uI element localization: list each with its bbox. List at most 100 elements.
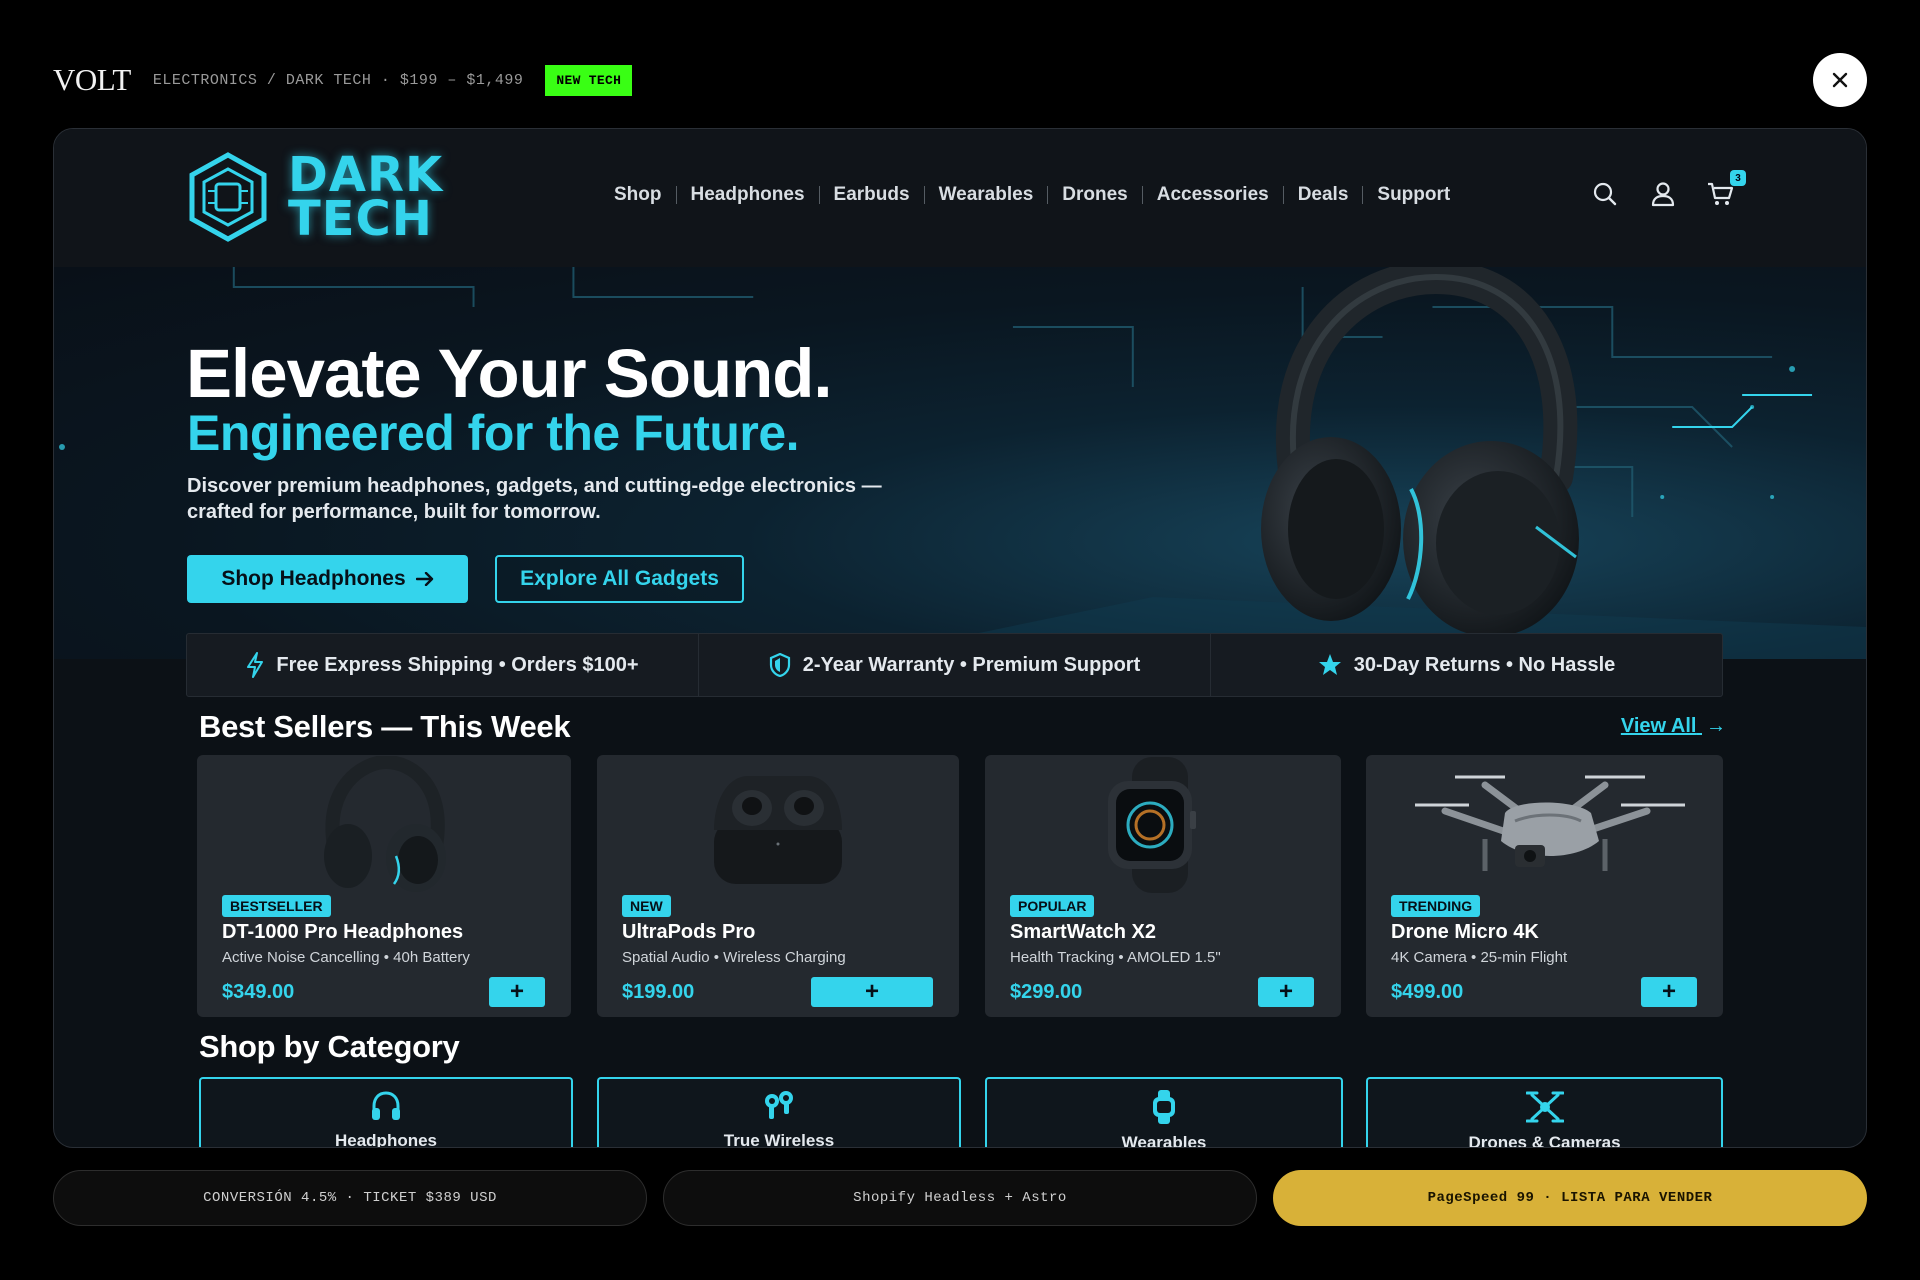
- cart-button[interactable]: 3: [1706, 170, 1746, 209]
- category-label: True Wireless: [723, 1131, 835, 1148]
- header-actions: 3: [1590, 170, 1746, 209]
- best-sellers-grid: BESTSELLER DT-1000 Pro Headphones Active…: [197, 755, 1723, 1017]
- earbuds-product-icon: [714, 776, 842, 884]
- user-icon: [1651, 182, 1675, 207]
- benefit-warranty-text: 2-Year Warranty • Premium Support: [802, 653, 1141, 676]
- watch-icon: [1153, 1090, 1175, 1124]
- cart-count-badge: 3: [1730, 170, 1746, 186]
- nav-shop[interactable]: Shop: [614, 184, 662, 206]
- breadcrumb: ELECTRONICS / DARK TECH · $199 – $1,499: [152, 71, 524, 89]
- search-button[interactable]: [1590, 179, 1620, 209]
- product-badge: NEW: [622, 895, 671, 917]
- nav-headphones[interactable]: Headphones: [691, 184, 805, 206]
- product-badge: BESTSELLER: [222, 895, 331, 917]
- smartwatch-product-icon: [1108, 757, 1196, 893]
- hero-banner: Elevate Your Sound. Engineered for the F…: [54, 267, 1866, 659]
- explore-gadgets-button[interactable]: Explore All Gadgets: [495, 555, 744, 603]
- nav-support[interactable]: Support: [1377, 184, 1450, 206]
- category-true-wireless[interactable]: True Wireless: [597, 1077, 961, 1148]
- nav-divider: [1362, 186, 1364, 204]
- benefit-warranty: 2-Year Warranty • Premium Support: [699, 634, 1211, 696]
- product-badge: TRENDING: [1391, 895, 1481, 917]
- logo-line-2: TECH: [288, 191, 433, 247]
- hexagon-logo-icon: [189, 152, 267, 242]
- tech-stack-text: Shopify Headless + Astro: [853, 1190, 1067, 1206]
- category-label: Drones & Cameras: [1468, 1133, 1621, 1148]
- site-logo[interactable]: DARK TECH: [186, 151, 443, 243]
- benefit-shipping-text: Free Express Shipping • Orders $100+: [276, 653, 639, 676]
- product-name[interactable]: DT-1000 Pro Headphones: [222, 921, 463, 944]
- earbuds-icon: [765, 1091, 793, 1119]
- site-header: DARK TECH Shop Headphones Earbuds Wearab…: [54, 129, 1866, 267]
- product-card[interactable]: BESTSELLER DT-1000 Pro Headphones Active…: [197, 755, 571, 1017]
- nav-deals[interactable]: Deals: [1298, 184, 1349, 206]
- category-label: Headphones: [334, 1131, 438, 1148]
- close-icon: [1832, 72, 1848, 88]
- tech-stack-pill: Shopify Headless + Astro: [663, 1170, 1257, 1226]
- add-to-cart-button[interactable]: +: [489, 977, 545, 1007]
- conversion-stats-pill: CONVERSIÓN 4.5% · TICKET $389 USD: [53, 1170, 647, 1226]
- explore-gadgets-label: Explore All Gadgets: [520, 567, 719, 590]
- view-all-link[interactable]: View All →: [1621, 715, 1726, 738]
- add-to-cart-button[interactable]: +: [1641, 977, 1697, 1007]
- add-to-cart-button[interactable]: +: [1258, 977, 1314, 1007]
- product-card[interactable]: TRENDING Drone Micro 4K 4K Camera • 25-m…: [1366, 755, 1723, 1017]
- product-price: $349.00: [222, 981, 295, 1003]
- shop-headphones-button[interactable]: Shop Headphones: [187, 555, 468, 603]
- arrow-right-icon: [415, 572, 433, 586]
- product-price: $199.00: [622, 981, 695, 1003]
- nav-divider: [675, 186, 677, 204]
- nav-divider: [1047, 186, 1049, 204]
- shop-by-category-title: Shop by Category: [199, 1029, 460, 1064]
- view-all-label: View All: [1620, 715, 1697, 737]
- product-name[interactable]: UltraPods Pro: [622, 921, 755, 944]
- nav-divider: [818, 186, 820, 204]
- product-description: Spatial Audio • Wireless Charging: [622, 949, 846, 966]
- close-button[interactable]: [1813, 53, 1867, 107]
- category-wearables[interactable]: Wearables: [985, 1077, 1343, 1148]
- pagespeed-text: PageSpeed 99 · LISTA PARA VENDER: [1427, 1190, 1713, 1206]
- product-card[interactable]: NEW UltraPods Pro Spatial Audio • Wirele…: [597, 755, 959, 1017]
- new-tech-tag: NEW TECH: [545, 64, 633, 96]
- nav-drones[interactable]: Drones: [1062, 184, 1127, 206]
- product-image: [985, 755, 1341, 895]
- account-button[interactable]: [1648, 179, 1678, 209]
- logo-wordmark: DARK TECH: [288, 151, 443, 247]
- lightning-icon: [247, 652, 264, 678]
- add-to-cart-button[interactable]: +: [811, 977, 933, 1007]
- top-bar: VOLT ELECTRONICS / DARK TECH · $199 – $1…: [53, 58, 633, 102]
- star-icon: [1318, 654, 1341, 675]
- drone-product-icon: [1414, 775, 1685, 871]
- benefit-shipping: Free Express Shipping • Orders $100+: [187, 634, 699, 696]
- product-badge: POPULAR: [1010, 895, 1095, 917]
- hero-title: Elevate Your Sound.: [186, 335, 833, 412]
- benefit-returns: 30-Day Returns • No Hassle: [1211, 634, 1722, 696]
- main-nav: Shop Headphones Earbuds Wearables Drones…: [614, 184, 1450, 206]
- nav-earbuds[interactable]: Earbuds: [834, 184, 910, 206]
- nav-divider: [1141, 186, 1143, 204]
- arrow-right-icon: →: [1706, 715, 1726, 737]
- category-drones-cameras[interactable]: Drones & Cameras: [1366, 1077, 1723, 1148]
- nav-accessories[interactable]: Accessories: [1157, 184, 1269, 206]
- product-card[interactable]: POPULAR SmartWatch X2 Health Tracking • …: [985, 755, 1341, 1017]
- hero-subtitle: Engineered for the Future.: [187, 405, 800, 461]
- best-sellers-title: Best Sellers — This Week: [199, 709, 571, 744]
- benefit-returns-text: 30-Day Returns • No Hassle: [1353, 653, 1616, 676]
- product-image: [597, 755, 959, 895]
- hero-headphones-image: [1261, 267, 1579, 637]
- category-label: Wearables: [1121, 1133, 1207, 1148]
- product-name[interactable]: Drone Micro 4K: [1391, 921, 1539, 944]
- product-price: $499.00: [1391, 981, 1464, 1003]
- conversion-stats-text: CONVERSIÓN 4.5% · TICKET $389 USD: [203, 1190, 497, 1206]
- category-headphones[interactable]: Headphones: [199, 1077, 573, 1148]
- pagespeed-pill[interactable]: PageSpeed 99 · LISTA PARA VENDER: [1273, 1170, 1867, 1226]
- shield-icon: [769, 653, 790, 677]
- product-image: [197, 755, 571, 895]
- product-name[interactable]: SmartWatch X2: [1010, 921, 1156, 944]
- brand-wordmark[interactable]: VOLT: [53, 62, 131, 98]
- drone-icon: [1525, 1091, 1564, 1123]
- nav-wearables[interactable]: Wearables: [939, 184, 1034, 206]
- product-image: [1366, 755, 1723, 895]
- product-price: $299.00: [1010, 981, 1083, 1003]
- product-description: Health Tracking • AMOLED 1.5": [1010, 949, 1221, 966]
